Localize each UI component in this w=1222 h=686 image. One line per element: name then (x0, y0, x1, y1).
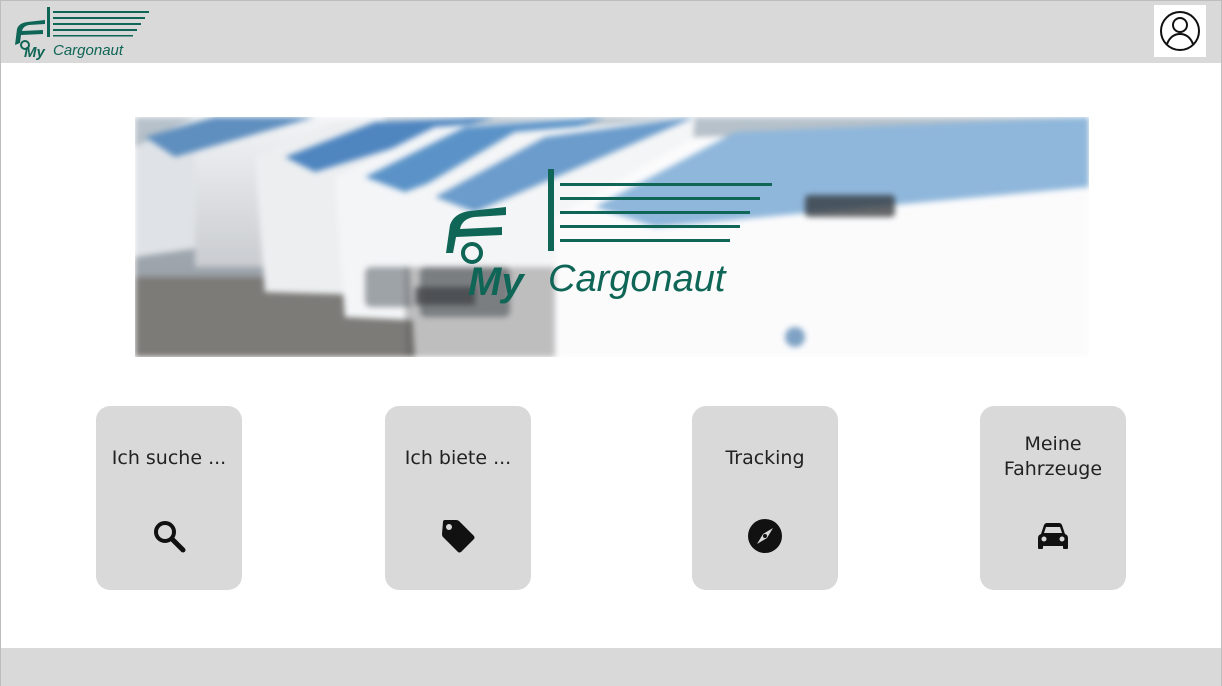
tile-label-vehicles: Meine Fahrzeuge (980, 432, 1126, 482)
my-vehicles-tile[interactable]: Meine Fahrzeuge (980, 406, 1126, 590)
compass-icon (748, 519, 782, 553)
brand-my-text: My (24, 44, 45, 61)
tracking-tile[interactable]: Tracking (692, 406, 838, 590)
tile-label-offer: Ich biete ... (404, 447, 512, 469)
tag-icon (442, 520, 475, 553)
create-offer-tile[interactable]: Ich biete ... (385, 406, 531, 590)
brand-logo[interactable]: My Cargonaut (13, 5, 153, 61)
hero-banner: My Cargonaut (135, 117, 1089, 357)
tile-label-tracking: Tracking (725, 447, 805, 469)
hero-brand-my-text: My (468, 260, 525, 304)
user-circle-icon (1160, 11, 1200, 51)
tile-label-search: Ich suche ... (111, 447, 227, 469)
bottom-bar (1, 648, 1221, 686)
tile-label-vehicles-line2: Fahrzeuge (1003, 458, 1103, 480)
search-icon (154, 521, 186, 553)
brand-cargonaut-text: Cargonaut (53, 42, 124, 59)
tile-label-vehicles-line1: Meine (1024, 433, 1082, 455)
top-bar: My Cargonaut (1, 1, 1221, 63)
search-offers-tile[interactable]: Ich suche ... (96, 406, 242, 590)
hero-brand-logo: My Cargonaut (446, 169, 772, 304)
hero-brand-cargonaut-text: Cargonaut (548, 258, 727, 300)
profile-button[interactable] (1154, 5, 1206, 57)
car-icon (1038, 523, 1068, 549)
